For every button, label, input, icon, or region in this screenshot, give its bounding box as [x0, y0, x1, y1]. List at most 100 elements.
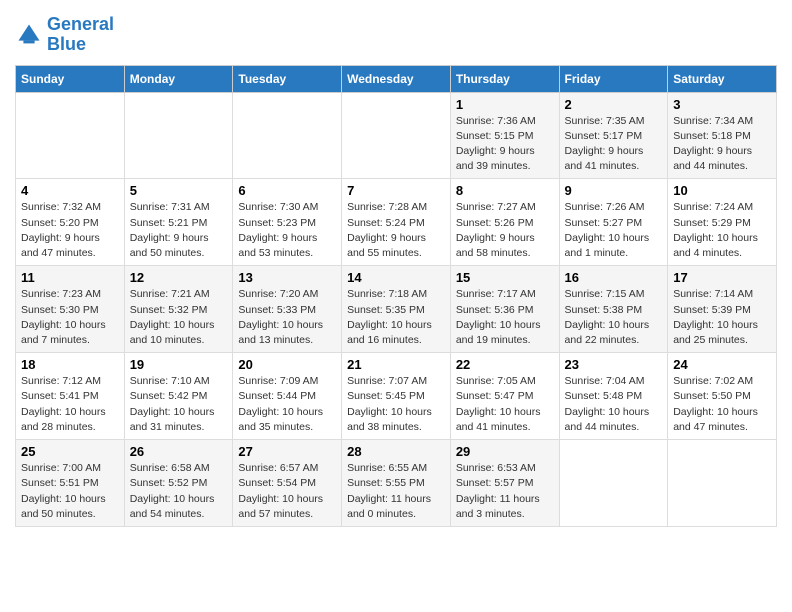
day-number: 3	[673, 97, 771, 112]
day-number: 27	[238, 444, 336, 459]
day-info: Sunrise: 7:35 AM Sunset: 5:17 PM Dayligh…	[565, 114, 663, 175]
day-number: 13	[238, 270, 336, 285]
day-number: 15	[456, 270, 554, 285]
calendar-week-row: 4 Sunrise: 7:32 AM Sunset: 5:20 PM Daylig…	[16, 179, 777, 266]
day-number: 18	[21, 357, 119, 372]
day-info: Sunrise: 7:18 AM Sunset: 5:35 PM Dayligh…	[347, 287, 445, 348]
dow-header: Saturday	[668, 65, 777, 92]
day-info: Sunrise: 7:07 AM Sunset: 5:45 PM Dayligh…	[347, 374, 445, 435]
day-info: Sunrise: 7:17 AM Sunset: 5:36 PM Dayligh…	[456, 287, 554, 348]
calendar-table: SundayMondayTuesdayWednesdayThursdayFrid…	[15, 65, 777, 527]
logo: General Blue	[15, 15, 114, 55]
day-number: 19	[130, 357, 228, 372]
calendar-cell: 3 Sunrise: 7:34 AM Sunset: 5:18 PM Daylig…	[668, 92, 777, 179]
day-number: 29	[456, 444, 554, 459]
dow-header: Wednesday	[342, 65, 451, 92]
calendar-cell	[668, 440, 777, 527]
day-number: 2	[565, 97, 663, 112]
day-info: Sunrise: 7:21 AM Sunset: 5:32 PM Dayligh…	[130, 287, 228, 348]
dow-header: Friday	[559, 65, 668, 92]
calendar-cell: 25 Sunrise: 7:00 AM Sunset: 5:51 PM Dayli…	[16, 440, 125, 527]
day-number: 1	[456, 97, 554, 112]
calendar-cell: 4 Sunrise: 7:32 AM Sunset: 5:20 PM Daylig…	[16, 179, 125, 266]
calendar-cell: 18 Sunrise: 7:12 AM Sunset: 5:41 PM Dayli…	[16, 353, 125, 440]
day-info: Sunrise: 6:53 AM Sunset: 5:57 PM Dayligh…	[456, 461, 554, 522]
calendar-cell: 23 Sunrise: 7:04 AM Sunset: 5:48 PM Dayli…	[559, 353, 668, 440]
logo-text: General Blue	[47, 15, 114, 55]
day-number: 23	[565, 357, 663, 372]
day-info: Sunrise: 7:23 AM Sunset: 5:30 PM Dayligh…	[21, 287, 119, 348]
dow-header: Tuesday	[233, 65, 342, 92]
calendar-cell	[233, 92, 342, 179]
calendar-cell: 20 Sunrise: 7:09 AM Sunset: 5:44 PM Dayli…	[233, 353, 342, 440]
dow-header: Monday	[124, 65, 233, 92]
dow-header: Thursday	[450, 65, 559, 92]
calendar-cell: 19Sunrise: 7:10 AM Sunset: 5:42 PM Dayli…	[124, 353, 233, 440]
calendar-cell: 7Sunrise: 7:28 AM Sunset: 5:24 PM Daylig…	[342, 179, 451, 266]
day-info: Sunrise: 7:34 AM Sunset: 5:18 PM Dayligh…	[673, 114, 771, 175]
day-number: 16	[565, 270, 663, 285]
day-number: 5	[130, 183, 228, 198]
day-info: Sunrise: 7:30 AM Sunset: 5:23 PM Dayligh…	[238, 200, 336, 261]
calendar-cell: 28 Sunrise: 6:55 AM Sunset: 5:55 PM Dayli…	[342, 440, 451, 527]
day-number: 4	[21, 183, 119, 198]
calendar-cell	[16, 92, 125, 179]
calendar-cell: 27 Sunrise: 6:57 AM Sunset: 5:54 PM Dayli…	[233, 440, 342, 527]
calendar-cell: 10Sunrise: 7:24 AM Sunset: 5:29 PM Dayli…	[668, 179, 777, 266]
calendar-week-row: 25 Sunrise: 7:00 AM Sunset: 5:51 PM Dayli…	[16, 440, 777, 527]
day-info: Sunrise: 7:00 AM Sunset: 5:51 PM Dayligh…	[21, 461, 119, 522]
day-number: 22	[456, 357, 554, 372]
calendar-cell: 1 Sunrise: 7:36 AM Sunset: 5:15 PM Daylig…	[450, 92, 559, 179]
calendar-cell: 8 Sunrise: 7:27 AM Sunset: 5:26 PM Daylig…	[450, 179, 559, 266]
calendar-cell: 12 Sunrise: 7:21 AM Sunset: 5:32 PM Dayli…	[124, 266, 233, 353]
day-info: Sunrise: 7:04 AM Sunset: 5:48 PM Dayligh…	[565, 374, 663, 435]
calendar-cell: 21 Sunrise: 7:07 AM Sunset: 5:45 PM Dayli…	[342, 353, 451, 440]
day-number: 6	[238, 183, 336, 198]
calendar-cell: 13Sunrise: 7:20 AM Sunset: 5:33 PM Dayli…	[233, 266, 342, 353]
day-number: 25	[21, 444, 119, 459]
day-info: Sunrise: 7:15 AM Sunset: 5:38 PM Dayligh…	[565, 287, 663, 348]
day-number: 8	[456, 183, 554, 198]
calendar-cell: 6 Sunrise: 7:30 AM Sunset: 5:23 PM Daylig…	[233, 179, 342, 266]
day-info: Sunrise: 7:09 AM Sunset: 5:44 PM Dayligh…	[238, 374, 336, 435]
day-info: Sunrise: 7:36 AM Sunset: 5:15 PM Dayligh…	[456, 114, 554, 175]
day-info: Sunrise: 6:57 AM Sunset: 5:54 PM Dayligh…	[238, 461, 336, 522]
logo-icon	[15, 21, 43, 49]
day-number: 24	[673, 357, 771, 372]
day-info: Sunrise: 7:31 AM Sunset: 5:21 PM Dayligh…	[130, 200, 228, 261]
calendar-cell: 5 Sunrise: 7:31 AM Sunset: 5:21 PM Daylig…	[124, 179, 233, 266]
day-number: 11	[21, 270, 119, 285]
day-number: 21	[347, 357, 445, 372]
day-number: 26	[130, 444, 228, 459]
calendar-cell: 26 Sunrise: 6:58 AM Sunset: 5:52 PM Dayli…	[124, 440, 233, 527]
day-number: 10	[673, 183, 771, 198]
calendar-cell: 24 Sunrise: 7:02 AM Sunset: 5:50 PM Dayli…	[668, 353, 777, 440]
day-number: 14	[347, 270, 445, 285]
day-number: 12	[130, 270, 228, 285]
calendar-cell: 22 Sunrise: 7:05 AM Sunset: 5:47 PM Dayli…	[450, 353, 559, 440]
calendar-cell	[559, 440, 668, 527]
calendar-week-row: 11 Sunrise: 7:23 AM Sunset: 5:30 PM Dayli…	[16, 266, 777, 353]
days-of-week-row: SundayMondayTuesdayWednesdayThursdayFrid…	[16, 65, 777, 92]
day-number: 20	[238, 357, 336, 372]
calendar-week-row: 1 Sunrise: 7:36 AM Sunset: 5:15 PM Daylig…	[16, 92, 777, 179]
day-info: Sunrise: 7:02 AM Sunset: 5:50 PM Dayligh…	[673, 374, 771, 435]
day-info: Sunrise: 7:05 AM Sunset: 5:47 PM Dayligh…	[456, 374, 554, 435]
calendar-cell: 11 Sunrise: 7:23 AM Sunset: 5:30 PM Dayli…	[16, 266, 125, 353]
calendar-cell	[342, 92, 451, 179]
day-info: Sunrise: 7:12 AM Sunset: 5:41 PM Dayligh…	[21, 374, 119, 435]
day-info: Sunrise: 6:55 AM Sunset: 5:55 PM Dayligh…	[347, 461, 445, 522]
calendar-cell: 2 Sunrise: 7:35 AM Sunset: 5:17 PM Daylig…	[559, 92, 668, 179]
calendar-cell: 15 Sunrise: 7:17 AM Sunset: 5:36 PM Dayli…	[450, 266, 559, 353]
day-info: Sunrise: 7:32 AM Sunset: 5:20 PM Dayligh…	[21, 200, 119, 261]
day-number: 28	[347, 444, 445, 459]
calendar-cell: 9Sunrise: 7:26 AM Sunset: 5:27 PM Daylig…	[559, 179, 668, 266]
calendar-cell: 16 Sunrise: 7:15 AM Sunset: 5:38 PM Dayli…	[559, 266, 668, 353]
page-header: General Blue	[15, 15, 777, 55]
calendar-cell	[124, 92, 233, 179]
day-info: Sunrise: 7:28 AM Sunset: 5:24 PM Dayligh…	[347, 200, 445, 261]
day-info: Sunrise: 7:27 AM Sunset: 5:26 PM Dayligh…	[456, 200, 554, 261]
dow-header: Sunday	[16, 65, 125, 92]
calendar-cell: 17Sunrise: 7:14 AM Sunset: 5:39 PM Dayli…	[668, 266, 777, 353]
day-info: Sunrise: 6:58 AM Sunset: 5:52 PM Dayligh…	[130, 461, 228, 522]
